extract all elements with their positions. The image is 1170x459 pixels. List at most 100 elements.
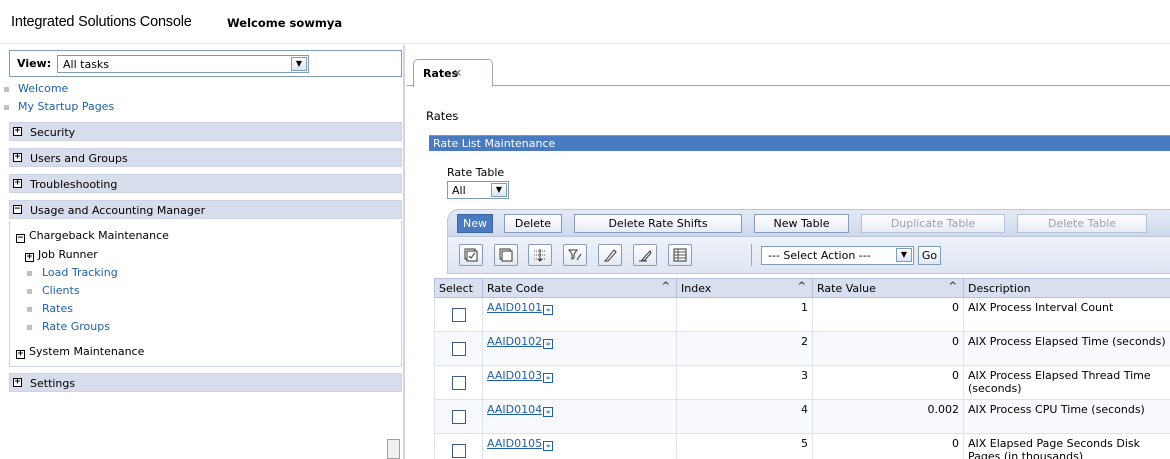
tree-link-label: Load Tracking (42, 266, 118, 279)
open-details-icon[interactable]: » (543, 441, 554, 451)
nav-section-label: Usage and Accounting Manager (30, 204, 206, 217)
rate-code-link[interactable]: AAID0102 (487, 335, 542, 348)
tree-item-label: Job Runner (38, 248, 98, 261)
rate-table-label: Rate Table (447, 166, 505, 179)
delete-button[interactable]: Delete (504, 214, 562, 233)
nav-link-label: My Startup Pages (18, 100, 115, 113)
rate-code-cell: AAID0103» (482, 365, 677, 400)
button-bar: New Delete Delete Rate Shifts New Table … (447, 209, 1170, 237)
rate-code-link[interactable]: AAID0103 (487, 369, 542, 382)
rate-table-select[interactable]: All ▼ (447, 181, 509, 199)
expand-icon[interactable]: + (25, 253, 34, 262)
collapse-icon[interactable]: − (13, 205, 22, 214)
tree-item-chargeback[interactable]: − Chargeback Maintenance (16, 229, 169, 243)
select-all-icon[interactable] (459, 244, 483, 266)
sort-icon[interactable]: ^ (662, 281, 670, 292)
tree-link-rate-groups[interactable]: Rate Groups (27, 320, 110, 333)
chevron-down-icon[interactable]: ▼ (896, 248, 912, 262)
table-view-icon[interactable] (668, 244, 692, 266)
open-details-icon[interactable]: » (543, 305, 554, 315)
nav-section-usage-accounting[interactable]: − Usage and Accounting Manager (9, 200, 402, 219)
rate-value-cell: 0.002 (812, 399, 964, 434)
delete-rate-shifts-button[interactable]: Delete Rate Shifts (574, 214, 742, 233)
view-filter-bar: View: All tasks ▼ (9, 50, 402, 77)
view-select[interactable]: All tasks ▼ (57, 55, 309, 73)
collapse-icon[interactable]: − (16, 234, 25, 243)
rate-value-cell: 0 (812, 365, 964, 400)
panel-title: Rate List Maintenance (433, 137, 556, 150)
breadcrumb: Rates (426, 109, 459, 123)
panel-title-bar: Rate List Maintenance (429, 135, 1170, 151)
expand-icon[interactable]: + (13, 153, 22, 162)
nav-link-welcome[interactable]: Welcome (4, 82, 68, 95)
sort-icon[interactable]: ^ (798, 281, 806, 292)
rate-code-link[interactable]: AAID0105 (487, 437, 542, 450)
column-label: Rate Code (487, 281, 544, 295)
filter-icon[interactable] (563, 244, 587, 266)
tree-link-rates[interactable]: Rates (27, 302, 73, 315)
sort-icon[interactable]: ^ (949, 281, 957, 292)
open-details-icon[interactable]: » (543, 373, 554, 383)
open-details-icon[interactable]: » (543, 407, 554, 417)
duplicate-table-button[interactable]: Duplicate Table (861, 214, 1005, 233)
column-label: Rate Value (817, 281, 876, 295)
tree-item-label: System Maintenance (29, 345, 145, 358)
chevron-down-icon[interactable]: ▼ (291, 57, 307, 71)
deselect-all-icon[interactable] (494, 244, 518, 266)
clear-filter-icon[interactable] (633, 244, 657, 266)
expand-icon[interactable]: + (13, 179, 22, 188)
expand-all-icon[interactable] (528, 244, 552, 266)
index-cell: 3 (676, 365, 813, 400)
nav-section-users-groups[interactable]: + Users and Groups (9, 148, 402, 167)
index-cell: 5 (676, 433, 813, 459)
row-checkbox[interactable] (451, 410, 466, 424)
row-checkbox[interactable] (451, 444, 466, 458)
tree-link-clients[interactable]: Clients (27, 284, 80, 297)
row-checkbox[interactable] (451, 376, 466, 390)
rates-table: Select Rate Code ^ Index ^ Rate Value ^ Des… (434, 278, 1170, 459)
tree-item-job-runner[interactable]: + Job Runner (25, 248, 98, 262)
row-select-cell (434, 297, 483, 332)
tree-link-load-tracking[interactable]: Load Tracking (27, 266, 118, 279)
open-details-icon[interactable]: » (543, 339, 554, 349)
new-table-button[interactable]: New Table (754, 214, 849, 233)
rate-code-link[interactable]: AAID0104 (487, 403, 542, 416)
table-row: AAID0103» 3 0 AIX Process Elapsed Thread Ti… (434, 365, 1170, 400)
tree-item-system-maintenance[interactable]: + System Maintenance (16, 345, 144, 359)
rate-code-link[interactable]: AAID0101 (487, 301, 542, 314)
delete-table-button[interactable]: Delete Table (1017, 214, 1147, 233)
tree-link-label: Clients (42, 284, 80, 297)
table-row: AAID0104» 4 0.002 AIX Process CPU Time (sec… (434, 399, 1170, 434)
column-header-rate-value[interactable]: Rate Value ^ (812, 278, 964, 298)
column-header-index[interactable]: Index ^ (676, 278, 813, 298)
edit-sort-icon[interactable] (598, 244, 622, 266)
column-header-description: Description (963, 278, 1170, 298)
description-cell: AIX Process Interval Count (963, 297, 1170, 332)
expand-icon[interactable]: + (13, 378, 22, 387)
description-cell: AIX Process Elapsed Time (seconds) (963, 331, 1170, 366)
row-checkbox[interactable] (451, 342, 466, 356)
nav-section-settings[interactable]: + Settings (9, 373, 402, 392)
chevron-down-icon[interactable]: ▼ (491, 183, 507, 197)
row-checkbox[interactable] (451, 308, 466, 322)
nav-scrollbar[interactable] (387, 439, 400, 459)
select-action-dropdown[interactable]: --- Select Action --- ▼ (761, 246, 914, 265)
nav-link-startup-pages[interactable]: My Startup Pages (4, 100, 114, 113)
nav-section-troubleshooting[interactable]: + Troubleshooting (9, 174, 402, 193)
rate-code-cell: AAID0104» (482, 399, 677, 434)
nav-section-security[interactable]: + Security (9, 122, 402, 141)
go-button[interactable]: Go (918, 246, 941, 265)
navigation-panel: View: All tasks ▼ Welcome My Startup Pag… (0, 45, 405, 459)
expand-icon[interactable]: + (13, 127, 22, 136)
nav-section-label: Users and Groups (30, 152, 128, 165)
description-cell: AIX Process CPU Time (seconds) (963, 399, 1170, 434)
nav-section-label: Security (30, 126, 76, 139)
tab-rates[interactable]: Rates × (413, 59, 493, 87)
nav-link-label: Welcome (18, 82, 69, 95)
select-action-value: --- Select Action --- (768, 249, 871, 262)
column-header-rate-code[interactable]: Rate Code ^ (482, 278, 677, 298)
close-icon[interactable]: × (453, 66, 462, 79)
nav-section-label: Troubleshooting (30, 178, 118, 191)
new-button[interactable]: New (457, 214, 493, 233)
expand-icon[interactable]: + (16, 350, 25, 359)
